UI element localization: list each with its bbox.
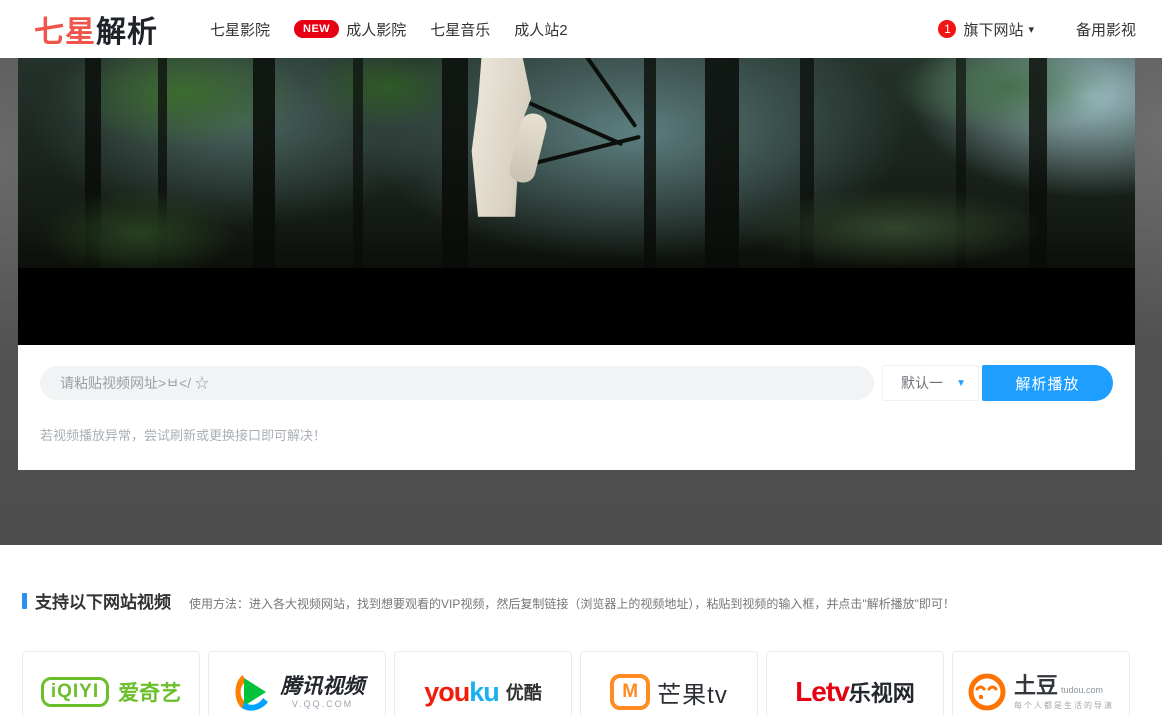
chevron-down-icon: ▾ [1028,23,1034,36]
nav-item-adult-site2[interactable]: 成人站2 [514,19,567,40]
nav-item-label: 成人影院 [346,19,406,40]
section-marker [22,593,27,609]
line-select[interactable]: 默认一 ▼ [882,365,979,401]
letv-label: 乐视网 [849,676,915,708]
supported-sites-section: 支持以下网站视频 使用方法：进入各大视频网站，找到想要观看的VIP视频，然后复制… [0,545,1162,716]
site-card-youku[interactable]: youku 优酷 [394,651,572,716]
video-player[interactable] [18,58,1135,268]
youku-logo-text: youku [424,677,499,708]
line-select-value: 默认一 [901,373,943,393]
notification-count-badge: 1 [938,20,956,38]
forest-ground [18,226,1135,268]
mgtv-label: 芒果tv [657,675,728,710]
forest-foliage [893,58,1113,133]
backup-movies-label: 备用影视 [1076,22,1136,39]
tudou-slogan: 每个人都是生活的导演 [1014,702,1114,711]
parse-card: 默认一 ▼ 解析播放 若视频播放异常，尝试刷新或更换接口即可解决！ [18,345,1135,470]
site-card-letv[interactable]: Letv 乐视网 [766,651,944,716]
parse-row: 默认一 ▼ 解析播放 [40,365,1113,401]
letv-logo-text: Letv [795,676,849,708]
parse-play-button[interactable]: 解析播放 [982,365,1113,401]
site-card-tencent-video[interactable]: 腾讯视频 V.QQ.COM [208,651,386,716]
youku-label: 优酷 [506,679,542,705]
tencent-video-label: 腾讯视频 [281,675,365,698]
caret-down-icon: ▼ [956,378,966,389]
tencent-video-url: V.QQ.COM [281,700,365,710]
tree-branch [583,58,638,128]
player-stage: 默认一 ▼ 解析播放 若视频播放异常，尝试刷新或更换接口即可解决！ [18,58,1135,470]
mgtv-logo-icon: M [610,674,650,710]
section-description: 使用方法：进入各大视频网站，找到想要观看的VIP视频，然后复制链接（浏览器上的视… [189,595,955,612]
site-logo[interactable]: 七星解析 [34,7,158,51]
site-card-mgtv[interactable]: M 芒果tv [580,651,758,716]
logo-text-dark: 解析 [96,16,158,49]
player-backdrop: 默认一 ▼ 解析播放 若视频播放异常，尝试刷新或更换接口即可解决！ [0,58,1162,545]
section-title: 支持以下网站视频 [35,588,171,613]
iqiyi-label: 爱奇艺 [118,677,181,707]
site-card-iqiyi[interactable]: iQIYI 爱奇艺 [22,651,200,716]
video-letterbox [18,268,1135,345]
site-logo-cards: iQIYI 爱奇艺 腾讯视频 V.QQ.COM youku 优酷 M 芒果tv … [22,651,1140,716]
nav-item-label: 成人站2 [514,19,567,40]
tudou-logo-icon [968,673,1006,711]
logo-text-red: 七星 [34,16,96,49]
tree-branch [533,135,641,165]
navbar-right: 1 旗下网站 ▾ 备用影视 [938,19,1136,40]
top-navbar: 七星解析 七星影院 NEW 成人影院 七星音乐 成人站2 1 旗下网站 ▾ 备用… [0,0,1162,58]
site-card-tudou[interactable]: 土豆 tudou.com 每个人都是生活的导演 [952,651,1130,716]
new-badge: NEW [294,20,339,38]
player-hint-text: 若视频播放异常，尝试刷新或更换接口即可解决！ [40,425,1113,444]
subsites-dropdown[interactable]: 旗下网站 ▾ [963,19,1034,40]
nav-item-qixing-cinema[interactable]: 七星影院 [210,19,270,40]
subsites-dropdown-label: 旗下网站 [963,19,1023,40]
tudou-url: tudou.com [1061,686,1103,696]
nav-item-qixing-music[interactable]: 七星音乐 [430,19,490,40]
nav-item-adult-cinema[interactable]: NEW 成人影院 [294,19,406,40]
nav-links: 七星影院 NEW 成人影院 七星音乐 成人站2 [186,19,568,40]
nav-item-label: 七星影院 [210,19,270,40]
tudou-label: 土豆 [1014,674,1058,698]
iqiyi-logo-icon: iQIYI [41,677,109,707]
video-url-input[interactable] [40,366,874,400]
backup-movies-link[interactable]: 备用影视 [1076,19,1136,40]
section-header: 支持以下网站视频 使用方法：进入各大视频网站，找到想要观看的VIP视频，然后复制… [22,588,1140,613]
nav-item-label: 七星音乐 [430,19,490,40]
tencent-video-logo-icon [230,671,272,713]
